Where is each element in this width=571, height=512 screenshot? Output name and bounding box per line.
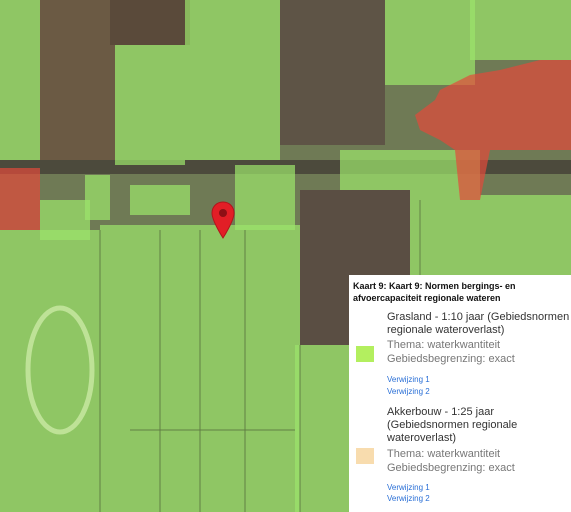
plowed-field: [280, 0, 385, 145]
map-legend: Kaart 9: Kaart 9: Normen bergings- en af…: [349, 275, 571, 512]
legend-entry-boundary: Gebiedsbegrenzing: exact: [387, 462, 515, 474]
legend-entry-theme: Thema: waterkwantiteit: [387, 339, 501, 351]
reference-link-1[interactable]: Verwijzing 1: [387, 375, 430, 385]
legend-entry-name: Akkerbouw - 1:25 jaar (Gebiedsnormen reg…: [387, 406, 518, 444]
reference-link-1[interactable]: Verwijzing 1: [387, 483, 430, 493]
legend-entry-name: Grasland - 1:10 jaar (Gebiedsnormen regi…: [387, 311, 570, 336]
legend-swatch-akkerbouw: [356, 448, 374, 464]
legend-title: Kaart 9: Kaart 9: Normen bergings- en af…: [353, 281, 516, 303]
legend-entry-theme: Thema: waterkwantiteit: [387, 448, 501, 460]
legend-swatch-grasland: [356, 346, 374, 362]
plowed-field: [40, 0, 115, 165]
plowed-field: [110, 0, 190, 45]
legend-entry-boundary: Gebiedsbegrenzing: exact: [387, 353, 515, 365]
reference-link-2[interactable]: Verwijzing 2: [387, 494, 430, 504]
map-pin-icon[interactable]: [211, 201, 235, 239]
reference-link-2[interactable]: Verwijzing 2: [387, 387, 430, 397]
